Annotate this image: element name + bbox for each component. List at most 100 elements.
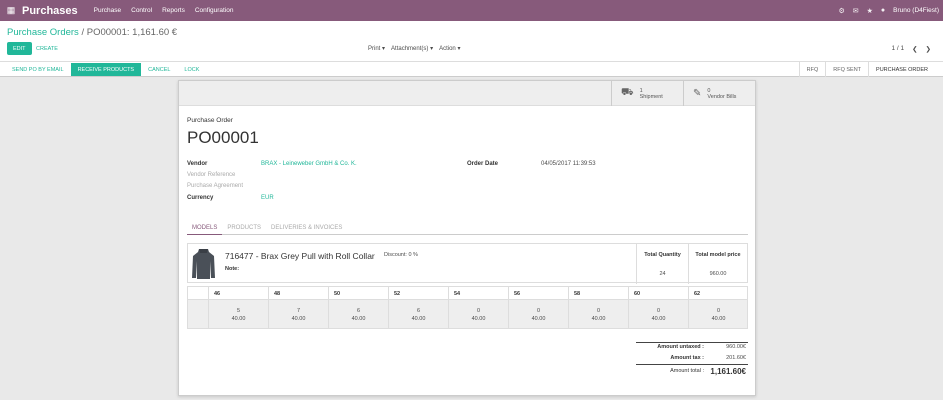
amount-untaxed-row: Amount untaxed : 960.00€	[636, 342, 748, 352]
amount-tax-row: Amount tax : 201.60€	[636, 353, 748, 363]
size-cell-46[interactable]: 5 40.00	[208, 300, 268, 328]
chat-icon[interactable]: ✉	[853, 7, 859, 15]
pager-value[interactable]: 1 / 1	[891, 45, 904, 52]
tab-products[interactable]: PRODUCTS	[222, 222, 266, 234]
product-image	[192, 249, 215, 279]
pager: 1 / 1 ❮ ❯	[891, 42, 931, 55]
breadcrumb-separator: /	[81, 27, 85, 38]
caret-down-icon: ▾	[382, 46, 386, 52]
menu-reports[interactable]: Reports	[162, 7, 185, 14]
edit-button[interactable]: EDIT	[7, 42, 32, 55]
attachments-label: Attachment(s)	[391, 46, 429, 52]
user-menu[interactable]: Bruno (D4Fiest)	[893, 7, 939, 14]
size-cell-58[interactable]: 0 40.00	[568, 300, 628, 328]
size-price: 40.00	[531, 316, 546, 322]
size-price: 40.00	[651, 316, 666, 322]
currency-label: Currency	[187, 195, 214, 201]
create-button[interactable]: CREATE	[36, 42, 58, 55]
control-panel: Purchase Orders / PO00001: 1,161.60 € ED…	[0, 21, 943, 62]
size-quantity: 6	[416, 308, 421, 314]
size-quantity: 0	[596, 308, 601, 314]
size-header-48: 48	[268, 287, 328, 300]
size-cell-60[interactable]: 0 40.00	[628, 300, 688, 328]
print-dropdown[interactable]: Print ▾	[368, 45, 385, 52]
menu-purchase[interactable]: Purchase	[94, 7, 121, 14]
order-date-label: Order Date	[467, 161, 499, 167]
breadcrumb-purchase-orders[interactable]: Purchase Orders	[7, 27, 79, 38]
bug-icon[interactable]: ⚙	[838, 7, 844, 15]
menu-control[interactable]: Control	[131, 7, 152, 14]
attachments-dropdown[interactable]: Attachment(s) ▾	[391, 45, 433, 52]
currency-link[interactable]: EUR	[261, 195, 274, 201]
apps-grid-icon[interactable]: ▦	[0, 5, 22, 16]
bills-label: Vendor Bills	[707, 93, 737, 100]
model-name: 716477 - Brax Grey Pull with Roll Collar	[225, 251, 375, 261]
size-cell-50[interactable]: 6 40.00	[328, 300, 388, 328]
smart-button-box: ⛟ 1 Shipment ✎ 0 Vendor Bills	[179, 81, 755, 106]
purchase-agreement-label: Purchase Agreement	[187, 183, 244, 189]
menu-configuration[interactable]: Configuration	[195, 7, 234, 14]
header-buttons: SEND PO BY EMAIL RECEIVE PRODUCTS CANCEL…	[5, 63, 206, 76]
size-header-60: 60	[628, 287, 688, 300]
main-menu: Purchase Control Reports Configuration	[94, 7, 234, 14]
vendor-bills-smart-button[interactable]: ✎ 0 Vendor Bills	[683, 81, 755, 106]
size-grid: 46 48 50 52 54 56 58 60 62 5 40.00 7 40.00 6 40.00 6 40…	[187, 286, 748, 329]
size-grid-body: 5 40.00 7 40.00 6 40.00 6 40.00 0 40.00 0 40.00 0 40.…	[188, 300, 747, 328]
po-number-title: PO00001	[187, 128, 259, 147]
caret-down-icon: ▾	[457, 46, 461, 52]
main-navbar: ▦ Purchases Purchase Control Reports Con…	[0, 0, 943, 21]
model-row: 716477 - Brax Grey Pull with Roll Collar…	[187, 243, 748, 284]
star-icon[interactable]: ★	[867, 7, 873, 15]
stage-purchase-order[interactable]: PURCHASE ORDER	[868, 62, 935, 77]
truck-icon: ⛟	[621, 87, 634, 98]
size-price: 40.00	[231, 316, 246, 322]
stage-rfq[interactable]: RFQ	[798, 62, 826, 77]
shipment-smart-button[interactable]: ⛟ 1 Shipment	[611, 81, 683, 106]
chevron-right-icon[interactable]: ❯	[926, 45, 931, 53]
cancel-button[interactable]: CANCEL	[141, 63, 177, 76]
notebook-tabs: MODELS PRODUCTS DELIVERIES & INVOICES	[187, 222, 748, 235]
stage-bar: RFQ RFQ SENT PURCHASE ORDER	[798, 62, 935, 77]
stage-rfq-sent[interactable]: RFQ SENT	[825, 62, 868, 77]
size-price: 40.00	[351, 316, 366, 322]
size-quantity: 0	[656, 308, 661, 314]
order-date-value: 04/05/2017 11:39:53	[541, 161, 596, 167]
print-label: Print	[368, 46, 381, 52]
total-quantity-label: Total Quantity	[644, 252, 681, 258]
tab-models[interactable]: MODELS	[187, 222, 223, 235]
lock-button[interactable]: LOCK	[177, 63, 206, 76]
total-quantity-value: 24	[659, 271, 666, 277]
size-price: 40.00	[591, 316, 606, 322]
size-cell-52[interactable]: 6 40.00	[388, 300, 448, 328]
amount-untaxed-label: Amount untaxed :	[657, 344, 704, 350]
total-model-price-label: Total model price	[695, 252, 741, 258]
size-grid-header: 46 48 50 52 54 56 58 60 62	[188, 287, 747, 300]
user-avatar-icon[interactable]: ●	[881, 7, 885, 14]
size-cell-56[interactable]: 0 40.00	[508, 300, 568, 328]
size-quantity: 5	[236, 308, 241, 314]
size-header-56: 56	[508, 287, 568, 300]
vendor-label: Vendor	[187, 161, 208, 167]
action-dropdown[interactable]: Action ▾	[439, 45, 460, 52]
tab-deliveries-invoices[interactable]: DELIVERIES & INVOICES	[266, 222, 347, 234]
chevron-left-icon[interactable]: ❮	[912, 45, 917, 53]
sidebar-buttons: Print ▾ Attachment(s) ▾ Action ▾	[368, 42, 460, 55]
amount-total-value: 1,161.60€	[710, 367, 746, 376]
size-quantity: 0	[536, 308, 541, 314]
amount-total-row: Amount total : 1,161.60€	[636, 366, 748, 376]
size-price: 40.00	[711, 316, 726, 322]
size-cell-48[interactable]: 7 40.00	[268, 300, 328, 328]
amount-untaxed-value: 960.00€	[726, 344, 746, 350]
breadcrumb-current: PO00001: 1,161.60 €	[86, 27, 178, 38]
app-title[interactable]: Purchases	[22, 5, 78, 17]
caret-down-icon: ▾	[430, 46, 434, 52]
size-price: 40.00	[291, 316, 306, 322]
size-header-58: 58	[568, 287, 628, 300]
size-cell-62[interactable]: 0 40.00	[688, 300, 748, 328]
vendor-link[interactable]: BRAX - Leineweber GmbH & Co. K.	[261, 161, 357, 167]
send-po-email-button[interactable]: SEND PO BY EMAIL	[5, 63, 71, 76]
amount-tax-value: 201.60€	[726, 355, 746, 361]
system-tray: ⚙ ✉ ★ ● Bruno (D4Fiest)	[838, 0, 939, 21]
size-cell-54[interactable]: 0 40.00	[448, 300, 508, 328]
receive-products-button[interactable]: RECEIVE PRODUCTS	[70, 63, 142, 76]
